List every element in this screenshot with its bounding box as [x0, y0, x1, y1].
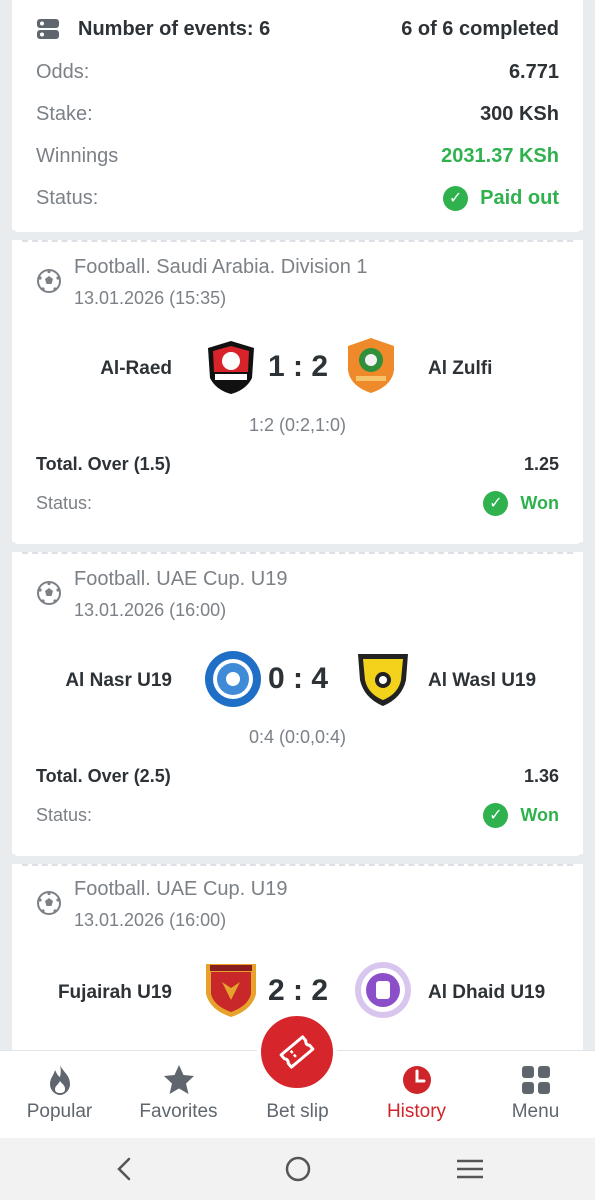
- completed-count: 6 of 6 completed: [401, 17, 559, 40]
- al-wasl-logo: [358, 654, 408, 706]
- fujairah-logo: [206, 964, 256, 1017]
- market-odd: 1.36: [523, 765, 559, 786]
- nav-label: Favorites: [139, 1101, 218, 1122]
- market-row: Total. Over (2.5) 1.36: [36, 761, 559, 791]
- event-date: 13.01.2026 (16:00): [74, 910, 227, 930]
- nav-label: Bet slip: [266, 1101, 329, 1122]
- star-icon: [163, 1065, 194, 1094]
- event-status-row: Status: ✓ Won: [36, 800, 559, 830]
- clock-icon: [402, 1066, 431, 1094]
- check-circle-icon: ✓: [483, 802, 509, 828]
- match-score: 0 : 4: [267, 662, 329, 695]
- check-circle-icon: ✓: [443, 185, 469, 211]
- odds-row: Odds: 6.771: [36, 57, 559, 87]
- flame-icon: [49, 1065, 70, 1095]
- home-team-name: Fujairah U19: [57, 982, 172, 1003]
- odds-value: 6.771: [508, 60, 559, 83]
- home-team-name: Al Nasr U19: [65, 670, 172, 691]
- grid-icon: [521, 1066, 550, 1094]
- nav-history[interactable]: History: [357, 1051, 476, 1139]
- divider: [22, 552, 573, 554]
- al-raed-logo: [208, 341, 254, 394]
- event-status-row: Status: ✓ Won: [36, 488, 559, 518]
- event-status: Won: [520, 492, 559, 513]
- divider: [22, 240, 573, 242]
- divider: [22, 864, 573, 866]
- football-icon: [37, 891, 61, 915]
- bet-slip-button[interactable]: [257, 1012, 337, 1092]
- bet-history-detail: Number of events: 6 6 of 6 completed Odd…: [0, 0, 595, 1200]
- event-league: Football. Saudi Arabia. Division 1: [74, 256, 368, 278]
- al-dhaid-logo: [355, 962, 411, 1018]
- winnings-label: Winnings: [36, 144, 119, 167]
- event-status-label: Status:: [36, 492, 93, 513]
- home-team-name: Al-Raed: [100, 358, 172, 379]
- football-icon: [37, 581, 61, 605]
- nav-label: History: [386, 1101, 447, 1122]
- away-team-name: Al Wasl U19: [428, 670, 537, 691]
- market-odd: 1.25: [523, 453, 559, 474]
- stake-row: Stake: 300 KSh: [36, 99, 559, 129]
- nav-label: Menu: [511, 1101, 560, 1122]
- events-count: Number of events: 6: [78, 17, 271, 40]
- football-icon: [37, 269, 61, 293]
- event-card[interactable]: Football. UAE Cup. U19 13.01.2026 (16:00…: [12, 552, 583, 856]
- coupon-list-icon: [37, 19, 59, 39]
- status-value: Paid out: [480, 186, 559, 209]
- score-detail: 1:2 (0:2,1:0): [248, 415, 347, 435]
- event-status-label: Status:: [36, 804, 93, 825]
- check-circle-icon: ✓: [483, 490, 509, 516]
- ticket-icon: [279, 1035, 315, 1069]
- back-icon[interactable]: [110, 1154, 140, 1184]
- odds-label: Odds:: [36, 60, 90, 83]
- winnings-value: 2031.37 KSh: [441, 144, 559, 167]
- event-header: Football. UAE Cup. U19 13.01.2026 (16:00…: [36, 874, 287, 935]
- stake-label: Stake:: [36, 102, 93, 125]
- event-card[interactable]: Football. Saudi Arabia. Division 1 13.01…: [12, 240, 583, 544]
- recents-icon[interactable]: [455, 1154, 485, 1184]
- home-icon[interactable]: [283, 1154, 313, 1184]
- event-header: Football. Saudi Arabia. Division 1 13.01…: [36, 252, 368, 313]
- away-team-name: Al Dhaid U19: [428, 982, 546, 1003]
- system-navigation-bar: [0, 1138, 595, 1200]
- event-league: Football. UAE Cup. U19: [74, 568, 288, 590]
- nav-label: Popular: [26, 1101, 93, 1122]
- winnings-row: Winnings 2031.37 KSh: [36, 141, 559, 171]
- event-status: Won: [520, 804, 559, 825]
- market-name: Total. Over (1.5): [36, 453, 171, 474]
- stake-value: 300 KSh: [480, 102, 559, 125]
- away-team-name: Al Zulfi: [428, 358, 493, 379]
- bet-summary-card: Number of events: 6 6 of 6 completed Odd…: [12, 0, 583, 232]
- nav-favorites[interactable]: Favorites: [119, 1051, 238, 1139]
- market-row: Total. Over (1.5) 1.25: [36, 449, 559, 479]
- nav-popular[interactable]: Popular: [0, 1051, 119, 1139]
- score-detail: 0:4 (0:0,0:4): [248, 727, 347, 747]
- match-score: 2 : 2: [267, 974, 329, 1007]
- market-name: Total. Over (2.5): [36, 765, 171, 786]
- match-score: 1 : 2: [267, 350, 329, 383]
- events-row: Number of events: 6 6 of 6 completed: [36, 14, 559, 44]
- nav-menu[interactable]: Menu: [476, 1051, 595, 1139]
- status-row: Status: ✓ Paid out: [36, 183, 559, 213]
- event-date: 13.01.2026 (16:00): [74, 600, 227, 620]
- event-date: 13.01.2026 (15:35): [74, 288, 227, 308]
- status-label: Status:: [36, 186, 99, 209]
- event-league: Football. UAE Cup. U19: [74, 878, 288, 900]
- event-header: Football. UAE Cup. U19 13.01.2026 (16:00…: [36, 564, 287, 625]
- al-zulfi-logo: [348, 338, 394, 393]
